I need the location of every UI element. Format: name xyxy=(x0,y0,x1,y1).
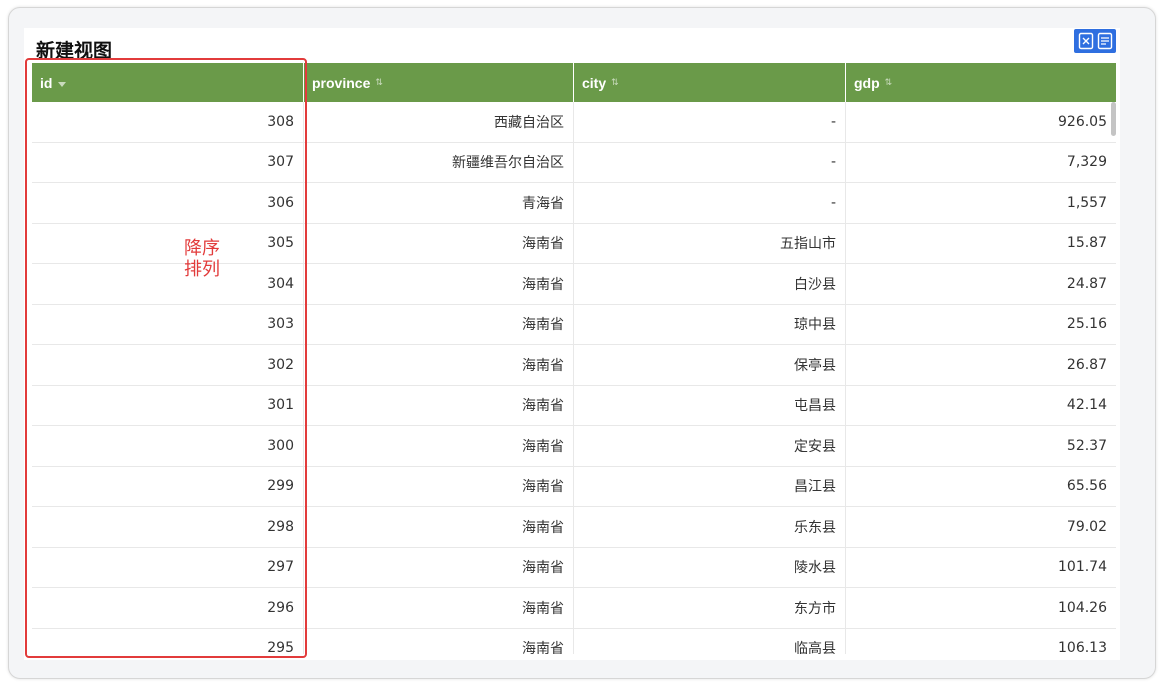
cell-gdp: 52.37 xyxy=(1066,437,1107,454)
cell-gdp: 104.26 xyxy=(1058,599,1107,616)
cell-id: 305 xyxy=(32,223,304,263)
cell-id: 304 xyxy=(32,264,304,304)
cell-city: 昌江县 xyxy=(574,466,846,506)
cell-city: 五指山市 xyxy=(574,223,846,263)
sort-descending-icon[interactable] xyxy=(58,81,67,87)
cell-gdp: 79.02 xyxy=(1066,518,1107,535)
column-header-id[interactable]: id xyxy=(32,63,304,102)
sort-icon[interactable]: ⇅ xyxy=(611,77,619,88)
cell-province: 海南省 xyxy=(304,507,574,547)
table-row[interactable]: 307 新疆维吾尔自治区 - 7,329 xyxy=(32,142,1116,183)
sort-icon[interactable]: ⇅ xyxy=(375,77,383,88)
cell-gdp: 101.74 xyxy=(1058,559,1107,576)
export-excel-icon[interactable] xyxy=(1078,32,1094,50)
cell-province: 海南省 xyxy=(304,264,574,304)
cell-city: - xyxy=(574,102,846,142)
cell-city: 乐东县 xyxy=(574,507,846,547)
table-row[interactable]: 308 西藏自治区 - 926.05 xyxy=(32,102,1116,143)
data-table: id province ⇅ city ⇅ gdp ⇅ 308 西藏自治区 - 9… xyxy=(32,63,1116,654)
table-row[interactable]: 300 海南省 定安县 52.37 xyxy=(32,426,1116,467)
cell-id: 300 xyxy=(32,426,304,466)
vertical-scrollbar[interactable] xyxy=(1111,102,1116,136)
cell-city: 琼中县 xyxy=(574,304,846,344)
cell-gdp: 24.87 xyxy=(1066,275,1107,292)
table-row[interactable]: 296 海南省 东方市 104.26 xyxy=(32,588,1116,629)
cell-city: 保亭县 xyxy=(574,345,846,385)
cell-city: - xyxy=(574,142,846,182)
cell-id: 306 xyxy=(32,183,304,223)
export-report-icon[interactable] xyxy=(1097,32,1113,50)
cell-id: 303 xyxy=(32,304,304,344)
cell-id: 301 xyxy=(32,385,304,425)
cell-province: 海南省 xyxy=(304,628,574,654)
cell-province: 海南省 xyxy=(304,304,574,344)
cell-gdp: 25.16 xyxy=(1066,316,1107,333)
cell-province: 海南省 xyxy=(304,426,574,466)
view-title: 新建视图 xyxy=(36,40,113,62)
table-row[interactable]: 302 海南省 保亭县 26.87 xyxy=(32,345,1116,386)
cell-gdp: 26.87 xyxy=(1066,356,1107,373)
cell-gdp: 1,557 xyxy=(1066,194,1107,211)
cell-gdp: 42.14 xyxy=(1066,397,1107,414)
cell-gdp: 65.56 xyxy=(1066,478,1107,495)
cell-id: 298 xyxy=(32,507,304,547)
cell-province: 新疆维吾尔自治区 xyxy=(304,142,574,182)
column-header-city[interactable]: city ⇅ xyxy=(574,63,846,102)
table-row[interactable]: 306 青海省 - 1,557 xyxy=(32,183,1116,224)
cell-id: 297 xyxy=(32,547,304,587)
cell-city: 白沙县 xyxy=(574,264,846,304)
cell-province: 海南省 xyxy=(304,588,574,628)
cell-id: 307 xyxy=(32,142,304,182)
annotation-line: 降序 xyxy=(184,238,220,259)
cell-province: 海南省 xyxy=(304,466,574,506)
cell-city: 陵水县 xyxy=(574,547,846,587)
export-toolbar xyxy=(1074,29,1116,53)
table-header: id province ⇅ city ⇅ gdp ⇅ xyxy=(32,63,1116,102)
cell-city: 临高县 xyxy=(574,628,846,654)
annotation-note: 降序 排列 xyxy=(184,238,232,280)
column-header-gdp[interactable]: gdp ⇅ xyxy=(846,63,1116,102)
cell-gdp: 7,329 xyxy=(1066,154,1107,171)
table-row[interactable]: 298 海南省 乐东县 79.02 xyxy=(32,507,1116,548)
cell-id: 296 xyxy=(32,588,304,628)
cell-id: 302 xyxy=(32,345,304,385)
cell-id: 308 xyxy=(32,102,304,142)
cell-city: - xyxy=(574,183,846,223)
cell-city: 定安县 xyxy=(574,426,846,466)
column-header-label: city xyxy=(582,74,607,91)
sort-icon[interactable]: ⇅ xyxy=(885,77,893,88)
cell-gdp: 15.87 xyxy=(1066,235,1107,252)
column-header-label: province xyxy=(312,74,371,91)
cell-city: 东方市 xyxy=(574,588,846,628)
cell-province: 海南省 xyxy=(304,223,574,263)
cell-gdp: 926.05 xyxy=(1058,113,1107,130)
column-header-label: id xyxy=(40,74,53,91)
table-row[interactable]: 295 海南省 临高县 106.13 xyxy=(32,628,1116,654)
column-header-label: gdp xyxy=(854,74,880,91)
table-row[interactable]: 303 海南省 琼中县 25.16 xyxy=(32,304,1116,345)
cell-city: 屯昌县 xyxy=(574,385,846,425)
cell-id: 295 xyxy=(32,628,304,654)
cell-province: 西藏自治区 xyxy=(304,102,574,142)
cell-province: 青海省 xyxy=(304,183,574,223)
annotation-line: 排列 xyxy=(184,259,220,280)
cell-province: 海南省 xyxy=(304,345,574,385)
table-row[interactable]: 299 海南省 昌江县 65.56 xyxy=(32,466,1116,507)
cell-province: 海南省 xyxy=(304,385,574,425)
table-row[interactable]: 301 海南省 屯昌县 42.14 xyxy=(32,385,1116,426)
cell-gdp: 106.13 xyxy=(1058,640,1107,654)
table-body: 308 西藏自治区 - 926.05 307 新疆维吾尔自治区 - 7,329 … xyxy=(32,102,1116,654)
column-header-province[interactable]: province ⇅ xyxy=(304,63,574,102)
table-row[interactable]: 297 海南省 陵水县 101.74 xyxy=(32,547,1116,588)
cell-id: 299 xyxy=(32,466,304,506)
cell-province: 海南省 xyxy=(304,547,574,587)
